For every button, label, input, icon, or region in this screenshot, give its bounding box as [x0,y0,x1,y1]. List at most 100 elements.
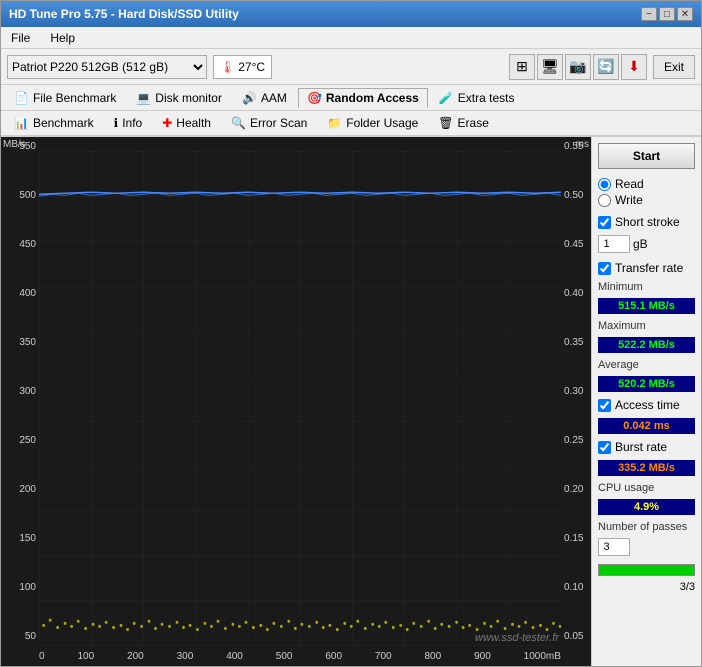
minimize-button[interactable]: − [641,7,657,21]
short-stroke-checkbox[interactable] [598,216,611,229]
info-icon: ℹ [114,116,119,130]
read-write-radio-group: Read Write [598,177,695,207]
maximize-button[interactable]: □ [659,7,675,21]
tab-aam[interactable]: 🔊 AAM [233,88,296,108]
main-content: MB/s ms 550 500 450 400 350 300 250 200 … [1,137,701,666]
passes-row [598,538,695,556]
minimum-label: Minimum [598,281,695,293]
disk-monitor-icon: 💻 [136,91,151,105]
temperature-display: 🌡 27°C [213,55,272,79]
tab-disk-monitor[interactable]: 💻 Disk monitor [127,88,231,108]
extra-tests-icon: 🧪 [439,91,454,105]
progress-bar-fill [599,565,694,575]
burst-rate-value: 335.2 MB/s [598,460,695,476]
tab-health[interactable]: ✚ Health [153,113,220,133]
tab-benchmark-label: Benchmark [33,116,94,130]
aam-icon: 🔊 [242,91,257,105]
average-label: Average [598,359,695,371]
write-radio-item[interactable]: Write [598,193,695,207]
benchmark-icon: 📊 [14,116,29,130]
toolbar-icon-5[interactable]: ⬇ [621,54,647,80]
access-time-checkbox[interactable] [598,399,611,412]
short-stroke-label: Short stroke [615,215,680,229]
tab-file-benchmark-label: File Benchmark [33,91,116,105]
menu-help[interactable]: Help [44,29,81,47]
toolbar-icon-3[interactable]: 📷 [565,54,591,80]
read-label: Read [615,177,644,191]
toolbar-icon-4[interactable]: 🔄 [593,54,619,80]
tab-folder-usage-label: Folder Usage [346,116,418,130]
tab-extra-tests-label: Extra tests [458,91,515,105]
tab-folder-usage[interactable]: 📁 Folder Usage [318,113,427,133]
tab-extra-tests[interactable]: 🧪 Extra tests [430,88,524,108]
short-stroke-unit: gB [633,237,648,251]
toolbar-icon-1[interactable]: ⊞ [509,54,535,80]
write-radio[interactable] [598,194,611,207]
maximum-value: 522.2 MB/s [598,337,695,353]
error-scan-icon: 🔍 [231,116,246,130]
menu-bar: File Help [1,27,701,49]
burst-rate-label: Burst rate [615,440,667,454]
passes-label: Number of passes [598,521,695,533]
tab-random-access[interactable]: 🎯 Random Access [298,88,428,108]
random-access-icon: 🎯 [307,91,322,105]
main-window: HD Tune Pro 5.75 - Hard Disk/SSD Utility… [0,0,702,667]
chart-y-labels-left: 550 500 450 400 350 300 250 200 150 100 … [1,137,39,646]
burst-rate-checkbox-item: Burst rate [598,440,695,454]
title-bar: HD Tune Pro 5.75 - Hard Disk/SSD Utility… [1,1,701,27]
cpu-usage-value: 4.9% [598,499,695,515]
read-radio-item[interactable]: Read [598,177,695,191]
tab-info[interactable]: ℹ Info [105,113,152,133]
tab-info-label: Info [122,116,142,130]
tab-file-benchmark[interactable]: 📄 File Benchmark [5,88,125,108]
tab-aam-label: AAM [261,91,287,105]
tab-disk-monitor-label: Disk monitor [155,91,222,105]
access-time-label: Access time [615,398,680,412]
passes-input[interactable] [598,538,630,556]
progress-text: 3/3 [598,581,695,593]
chart-y-labels-right: 0.55 0.50 0.45 0.40 0.35 0.30 0.25 0.20 … [561,137,591,646]
temperature-value: 27°C [238,60,265,74]
watermark: www.ssd-tester.fr [475,632,559,644]
read-radio[interactable] [598,178,611,191]
transfer-rate-label: Transfer rate [615,261,683,275]
access-time-value: 0.042 ms [598,418,695,434]
chart-svg [39,151,561,646]
thermometer-icon: 🌡 [220,60,235,74]
tab-erase[interactable]: 🗑 Erase [429,113,498,133]
folder-usage-icon: 📁 [327,116,342,130]
window-controls: − □ ✕ [641,7,693,21]
toolbar-icon-2[interactable]: 🖥 [537,54,563,80]
tab-erase-label: Erase [458,116,489,130]
short-stroke-row: gB [598,235,695,253]
write-label: Write [615,193,643,207]
health-icon: ✚ [162,116,172,130]
cpu-usage-label: CPU usage [598,482,695,494]
tab-error-scan-label: Error Scan [250,116,307,130]
tabs-row2: 📊 Benchmark ℹ Info ✚ Health 🔍 Error Scan… [1,111,701,137]
chart-x-labels: 0 100 200 300 400 500 600 700 800 900 10… [39,646,561,666]
short-stroke-input[interactable] [598,235,630,253]
chart-area: MB/s ms 550 500 450 400 350 300 250 200 … [1,137,591,666]
short-stroke-checkbox-item: Short stroke [598,215,695,229]
average-value: 520.2 MB/s [598,376,695,392]
right-panel: Start Read Write Short stroke gB [591,137,701,666]
menu-file[interactable]: File [5,29,36,47]
close-button[interactable]: ✕ [677,7,693,21]
minimum-value: 515.1 MB/s [598,298,695,314]
exit-button[interactable]: Exit [653,55,695,79]
toolbar-icons: ⊞ 🖥 📷 🔄 ⬇ [509,54,647,80]
progress-bar-container [598,564,695,576]
start-button[interactable]: Start [598,143,695,169]
tab-health-label: Health [176,116,211,130]
erase-icon: 🗑 [438,116,453,130]
tab-benchmark[interactable]: 📊 Benchmark [5,113,103,133]
transfer-rate-checkbox[interactable] [598,262,611,275]
toolbar: Patriot P220 512GB (512 gB) 🌡 27°C ⊞ 🖥 📷… [1,49,701,85]
tabs-row1: 📄 File Benchmark 💻 Disk monitor 🔊 AAM 🎯 … [1,85,701,111]
tab-random-access-label: Random Access [326,91,419,105]
tab-error-scan[interactable]: 🔍 Error Scan [222,113,316,133]
access-time-checkbox-item: Access time [598,398,695,412]
burst-rate-checkbox[interactable] [598,441,611,454]
drive-select[interactable]: Patriot P220 512GB (512 gB) [7,55,207,79]
